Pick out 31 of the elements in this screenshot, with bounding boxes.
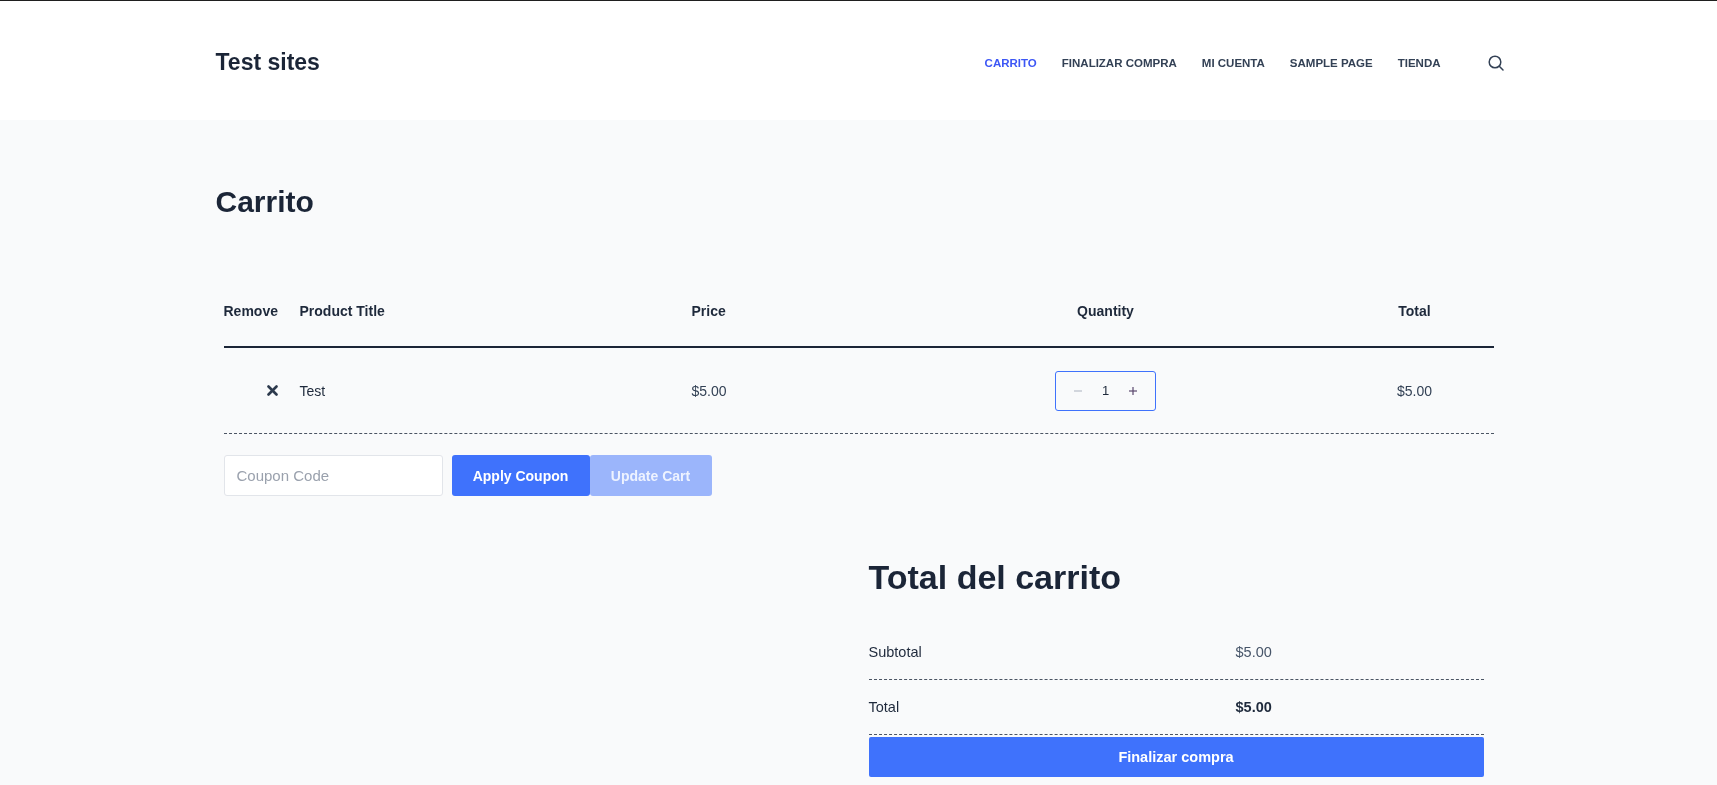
section-title: Total del carrito [868,557,1122,598]
table-cell: $5.00 [691,381,727,400]
quantity-stepper[interactable]: 1 [1055,370,1156,411]
totals-label: Subtotal [868,644,922,660]
column-header: Total [1397,302,1432,320]
nav-link[interactable]: FINALIZAR COMPRA [1061,56,1177,69]
totals-label: Total [868,699,900,715]
nav-link[interactable]: TIENDA [1397,56,1441,69]
search-icon [1487,54,1504,71]
cross-icon [266,385,278,396]
table-cell-text: $5.00 [1395,381,1433,400]
plus-icon [1129,386,1137,395]
search-button[interactable] [1487,54,1504,71]
site-logo[interactable]: Test sites [213,49,320,76]
minus-icon [1074,389,1082,392]
quantity-value: 1 [1101,383,1110,398]
totals-value: $5.00 [1235,644,1272,660]
product-title[interactable]: Test [299,382,326,399]
checkout-button[interactable]: Finalizar compra [868,737,1484,777]
apply-coupon-button[interactable]: Apply Coupon [451,455,590,496]
column-header: Price [691,302,726,320]
column-header: Quantity [1077,302,1134,320]
remove-button[interactable] [264,383,280,398]
nav-link[interactable]: MI CUENTA [1201,56,1265,69]
nav-link[interactable]: SAMPLE PAGE [1289,56,1373,69]
column-header: Remove [223,302,278,320]
totals-value: $5.00 [1235,699,1272,715]
coupon-field[interactable]: Coupon Code [223,455,443,496]
column-header: Product Title [299,302,385,320]
page-title: Carrito [214,184,314,220]
nav-link[interactable]: CARRITO [984,56,1037,69]
